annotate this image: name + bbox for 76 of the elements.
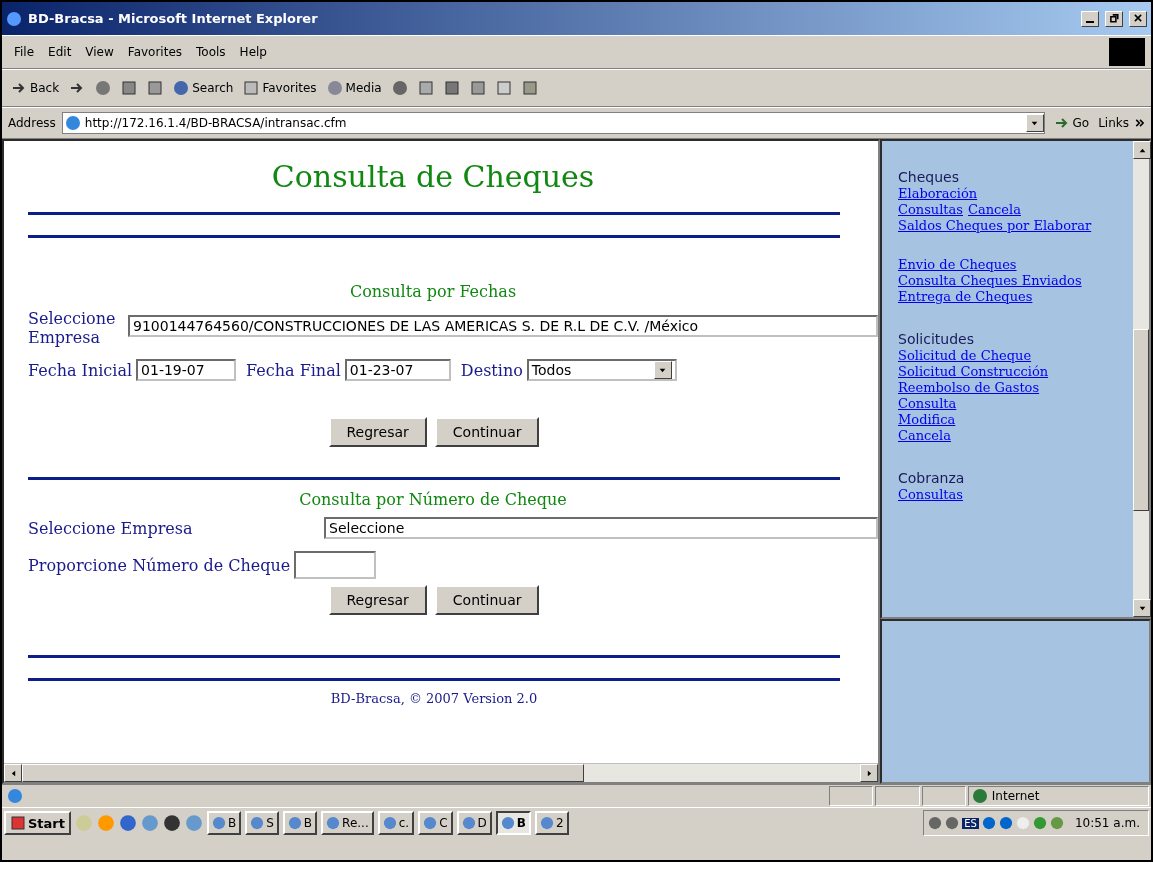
links-label[interactable]: Links [1098, 116, 1129, 130]
taskbar-button[interactable]: B [495, 811, 531, 835]
address-label: Address [8, 116, 56, 130]
destination-select[interactable]: Todos [526, 359, 677, 381]
media-button[interactable]: Media [323, 78, 385, 98]
taskbar-button[interactable]: D [456, 811, 492, 835]
taskbar-button[interactable]: C [418, 811, 453, 835]
clock: 10:51 a.m. [1074, 816, 1140, 830]
sidebar-link[interactable]: Solicitud de Cheque [898, 348, 1032, 363]
date-field[interactable]: 01-19-07 [136, 359, 237, 381]
footer-text: BD-Bracsa, © 2007 Version 2.0 [329, 691, 539, 706]
field-label: Seleccione Empresa [28, 518, 194, 538]
sidebar-link[interactable]: Envio de Cheques [898, 257, 1017, 272]
taskbar-button[interactable]: B [282, 811, 318, 835]
sidebar-link[interactable]: Consultas [898, 202, 963, 217]
go-button[interactable]: Go [1050, 113, 1093, 133]
page-title: Consulta de Cheques [270, 158, 596, 196]
taskbar-button[interactable]: c. [377, 811, 415, 835]
menu-item[interactable]: Favorites [121, 43, 189, 61]
close-icon [1133, 12, 1143, 23]
restore-icon [1109, 12, 1119, 23]
section-heading: Consulta por Número de Cheque [298, 490, 568, 509]
taskbar-button[interactable]: Re... [321, 811, 374, 835]
taskbar-button[interactable]: S [245, 811, 279, 835]
field-label: Fecha Inicial [28, 360, 133, 380]
chevron-right-icon [1135, 118, 1145, 128]
sidebar-link[interactable]: Saldos Cheques por Elaborar [898, 218, 1092, 233]
address-field[interactable]: http://172.16.1.4/BD-BRACSA/intransac.cfm [61, 112, 1045, 134]
zone-indicator: Internet [967, 786, 1149, 806]
company-select[interactable]: 9100144764560/CONSTRUCCIONES DE LAS AMERICAS S. DE R.L DE C.V. /México [128, 315, 878, 337]
back-button[interactable]: Regresar [328, 585, 427, 615]
taskbar-button[interactable]: 2 [534, 811, 569, 835]
date-field[interactable]: 01-23-07 [344, 359, 451, 381]
sidebar-link[interactable]: Cancela [898, 428, 951, 443]
field-label: Proporcione Número de Cheque [28, 555, 291, 575]
search-button[interactable]: Search [170, 78, 237, 98]
sidebar-link[interactable]: Reembolso de Gastos [898, 380, 1040, 395]
dropdown-button[interactable] [653, 361, 672, 379]
sidebar-link[interactable]: Solicitud Construcción [898, 364, 1049, 379]
favorites-button[interactable]: Favorites [240, 78, 320, 98]
company-select[interactable]: Seleccione [324, 517, 878, 539]
section-heading: Consulta por Fechas [348, 282, 518, 301]
sidebar-link[interactable]: Elaboración [898, 186, 978, 201]
close-button[interactable] [1129, 10, 1147, 27]
restore-button[interactable] [1105, 10, 1123, 27]
sidebar-heading: Solicitudes [898, 331, 975, 347]
menu-item[interactable]: Help [233, 43, 273, 61]
sidebar-link[interactable]: Entrega de Cheques [898, 289, 1033, 304]
menu-item[interactable]: Tools [190, 43, 232, 61]
sidebar-link[interactable]: Consultas [898, 487, 963, 502]
sidebar-heading: Cheques [898, 169, 960, 185]
field-label: Destino [460, 360, 523, 380]
taskbar-button[interactable]: B [207, 811, 242, 835]
sidebar-heading: Cobranza [898, 470, 966, 486]
menu-item[interactable]: File [8, 43, 41, 61]
sidebar-link[interactable]: Consulta [898, 396, 957, 411]
continue-button[interactable]: Continuar [434, 417, 540, 447]
start-button[interactable]: Start [4, 811, 71, 835]
cheque-number-field[interactable] [294, 551, 377, 579]
menu-item[interactable]: View [79, 43, 120, 61]
field-label: Fecha Final [246, 360, 341, 380]
horizontal-scrollbar[interactable] [4, 763, 878, 782]
sidebar-link[interactable]: Consulta Cheques Enviados [898, 273, 1082, 288]
language-indicator[interactable]: ES [962, 817, 979, 829]
dropdown-button[interactable] [1025, 114, 1044, 132]
window-title: BD-Bracsa - Microsoft Internet Explorer [28, 11, 319, 26]
sidebar-link[interactable]: Cancela [968, 202, 1021, 217]
field-label: Seleccione Empresa [28, 309, 117, 347]
continue-button[interactable]: Continuar [434, 585, 540, 615]
minimize-icon [1086, 20, 1094, 23]
vertical-scrollbar[interactable] [1133, 141, 1149, 617]
menu-item[interactable]: Edit [42, 43, 78, 61]
sidebar-link[interactable]: Modifica [898, 412, 956, 427]
back-button[interactable]: Regresar [328, 417, 427, 447]
minimize-button[interactable] [1081, 10, 1099, 27]
back-button[interactable]: Back [8, 78, 63, 98]
